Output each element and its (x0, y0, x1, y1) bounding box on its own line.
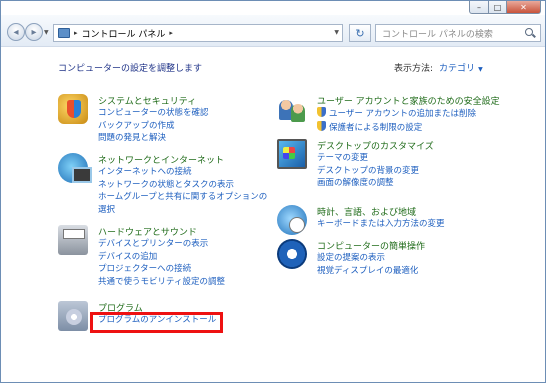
maximize-button[interactable]: □ (489, 1, 507, 14)
search-input[interactable]: コントロール パネルの検索 (382, 27, 523, 40)
link-keyboard-input[interactable]: キーボードまたは入力方法の変更 (317, 218, 445, 231)
category-title[interactable]: ネットワークとインターネット (98, 153, 224, 166)
recent-pages-dropdown-icon[interactable]: ▼ (44, 29, 49, 36)
link-check-status[interactable]: コンピューターの状態を確認 (98, 107, 209, 120)
category-title[interactable]: システムとセキュリティ (98, 94, 196, 107)
link-projector[interactable]: プロジェクターへの接続 (98, 263, 225, 276)
link-network-status[interactable]: ネットワークの状態とタスクの表示 (98, 179, 267, 192)
minimize-button[interactable]: – (469, 1, 489, 14)
category-title[interactable]: デスクトップのカスタマイズ (317, 139, 434, 152)
link-suggested-settings[interactable]: 設定の提案の表示 (317, 252, 418, 265)
link-add-remove-accounts[interactable]: ユーザー アカウントの追加または削除 (317, 107, 476, 121)
uac-shield-icon (317, 120, 326, 131)
back-button[interactable]: ◂ (7, 23, 25, 41)
network-icon[interactable] (58, 153, 92, 183)
link-optimize-display[interactable]: 視覚ディスプレイの最適化 (317, 265, 418, 278)
view-by-dropdown[interactable]: カテゴリ (439, 64, 475, 74)
link-change-theme[interactable]: テーマの変更 (317, 152, 419, 165)
link-homegroup[interactable]: ホームグループと共有に関するオプションの (98, 191, 267, 204)
hardware-sound-icon[interactable] (58, 225, 88, 255)
category-title[interactable]: ハードウェアとサウンド (98, 225, 197, 238)
address-separator[interactable]: ▸ (74, 29, 78, 37)
link-devices-printers[interactable]: デバイスとプリンターの表示 (98, 238, 225, 251)
link-label[interactable]: 保護者による制限の設定 (329, 123, 422, 133)
refresh-button[interactable]: ↻ (349, 24, 371, 42)
ease-of-access-icon[interactable] (277, 239, 307, 269)
page-title: コンピューターの設定を調整します (58, 64, 203, 74)
address-bar[interactable]: ▸ コントロール パネル ▸ ▼ (53, 24, 343, 42)
breadcrumb-control-panel[interactable]: コントロール パネル (82, 27, 166, 40)
category-title[interactable]: 時計、言語、および地域 (317, 205, 416, 218)
link-troubleshoot[interactable]: 問題の発見と解決 (98, 132, 209, 145)
forward-arrow-icon: ▸ (31, 26, 37, 38)
search-box[interactable]: コントロール パネルの検索 (375, 24, 541, 42)
user-accounts-icon[interactable] (277, 94, 307, 124)
caption-buttons: – □ ✕ (469, 1, 541, 15)
address-dropdown-icon[interactable]: ▼ (334, 29, 339, 36)
uac-shield-icon (317, 107, 326, 117)
system-security-icon[interactable] (58, 94, 88, 124)
link-homegroup-cont[interactable]: 選択 (98, 204, 267, 217)
back-arrow-icon: ◂ (13, 26, 19, 38)
category-title[interactable]: ユーザー アカウントと家族のための安全設定 (317, 94, 500, 107)
control-panel-window: – □ ✕ ◂ ▸ ▼ ▸ コントロール パネル ▸ ▼ ↻ コントロール パネ… (0, 0, 546, 383)
address-trailing-separator[interactable]: ▸ (169, 29, 173, 37)
refresh-icon: ↻ (355, 26, 365, 40)
chevron-down-icon[interactable]: ▼ (478, 66, 483, 73)
category-title[interactable]: コンピューターの簡単操作 (317, 239, 425, 252)
desktop-customize-icon[interactable] (277, 139, 307, 169)
link-label[interactable]: ユーザー アカウントの追加または削除 (329, 109, 476, 119)
link-adjust-resolution[interactable]: 画面の解像度の調整 (317, 177, 419, 190)
view-by-label: 表示方法: (394, 64, 434, 74)
content-area: コンピューターの設定を調整します 表示方法: カテゴリ ▼ システムとセキュリティ … (1, 48, 545, 382)
highlight-box (90, 312, 223, 333)
search-icon[interactable] (523, 26, 537, 40)
forward-button[interactable]: ▸ (25, 23, 43, 41)
link-mobility[interactable]: 共通で使うモビリティ設定の調整 (98, 276, 225, 289)
link-change-background[interactable]: デスクトップの背景の変更 (317, 165, 419, 178)
navigation-bar: ◂ ▸ ▼ ▸ コントロール パネル ▸ ▼ ↻ コントロール パネルの検索 (1, 15, 545, 47)
link-parental-controls[interactable]: 保護者による制限の設定 (317, 120, 476, 135)
link-backup[interactable]: バックアップの作成 (98, 120, 209, 133)
close-button[interactable]: ✕ (507, 1, 541, 14)
view-by: 表示方法: カテゴリ ▼ (394, 61, 483, 74)
link-add-device[interactable]: デバイスの追加 (98, 251, 225, 264)
control-panel-icon (58, 28, 70, 38)
programs-icon[interactable] (58, 301, 88, 331)
link-connect-internet[interactable]: インターネットへの接続 (98, 166, 267, 179)
clock-language-icon[interactable] (277, 205, 307, 235)
